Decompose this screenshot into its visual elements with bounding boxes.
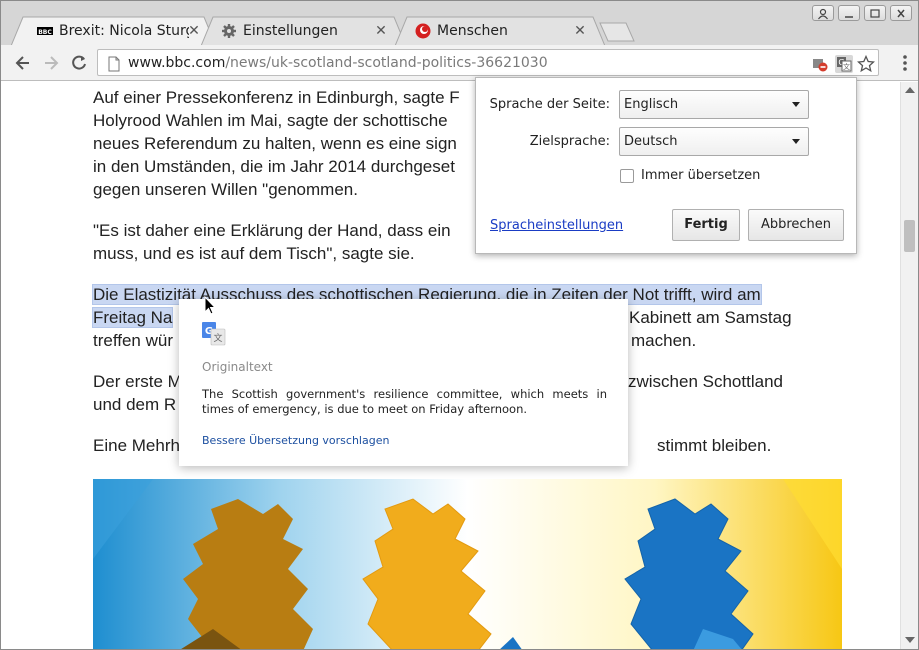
tab-menschen[interactable]: Menschen ✕ [395, 16, 605, 46]
address-bar[interactable]: www.bbc.com/news/uk-scotland-scotland-po… [97, 49, 879, 76]
tab-einstellungen[interactable]: Einstellungen ✕ [201, 16, 406, 46]
article-text: muss, und es ist auf dem Tisch", sagte s… [93, 244, 415, 263]
chevron-down-icon [792, 102, 800, 107]
article-text: Auf einer Pressekonferenz in Edinburgh, … [93, 88, 460, 107]
gear-icon [221, 23, 237, 39]
article-text: Kabinett am Samstag [629, 308, 792, 327]
article-text: in den Umständen, die im Jahr 2014 durch… [93, 157, 455, 176]
svg-text:文: 文 [843, 62, 850, 71]
source-language-label: Sprache der Seite: [489, 97, 610, 112]
article-text: Holyrood Wahlen im Mai, sagte der schott… [93, 111, 448, 130]
forward-arrow-icon[interactable] [41, 53, 61, 73]
target-language-value: Deutsch [624, 134, 678, 149]
original-text-heading: Originaltext [202, 360, 273, 374]
cancel-button[interactable]: Abbrechen [748, 209, 844, 241]
suggest-better-translation-link[interactable]: Bessere Übersetzung vorschlagen [202, 434, 389, 447]
scrollbar-thumb[interactable] [904, 220, 915, 252]
tab-strip: BBC Brexit: Nicola Sturg ✕ Einstellungen… [1, 1, 918, 46]
article-text: Der erste M [93, 372, 182, 391]
minimize-icon[interactable] [838, 5, 860, 21]
article-text: zwischen Schottland [628, 372, 783, 391]
url-path: /news/uk-scotland-scotland-politics-3662… [225, 55, 548, 71]
article-text: Eine Mehrh [93, 436, 180, 455]
source-language-value: Englisch [624, 97, 679, 112]
new-tab-button[interactable] [599, 22, 635, 42]
highlighted-translated-text[interactable]: Freitag Na [93, 308, 173, 327]
vertical-scrollbar[interactable] [900, 82, 918, 649]
article-text: und dem R [93, 395, 177, 414]
url-host: www.bbc.com [128, 55, 226, 71]
url-text: www.bbc.com/news/uk-scotland-scotland-po… [128, 55, 548, 71]
reload-icon[interactable] [69, 53, 89, 73]
bbc-icon: BBC [37, 23, 53, 39]
article-text: machen. [631, 331, 697, 350]
mouse-cursor-icon [204, 296, 216, 315]
menschen-icon [415, 23, 431, 39]
close-window-icon[interactable] [890, 5, 912, 21]
tab-title: Menschen [437, 23, 508, 39]
profile-icon[interactable] [812, 5, 834, 21]
done-button[interactable]: Fertig [672, 209, 740, 241]
tab-bbc-article[interactable]: BBC Brexit: Nicola Sturg ✕ [11, 16, 216, 46]
close-tab-icon[interactable]: ✕ [186, 23, 202, 39]
chevron-down-icon [792, 139, 800, 144]
article-text: "Es ist daher eine Erklärung der Hand, d… [93, 221, 451, 240]
browser-window: BBC Brexit: Nicola Sturg ✕ Einstellungen… [0, 0, 919, 650]
original-text-popup: G 文 Originaltext The Scottish government… [179, 299, 628, 466]
window-controls [812, 5, 912, 21]
translate-bubble: Sprache der Seite: Englisch Zielsprache:… [475, 77, 857, 254]
target-language-select[interactable]: Deutsch [619, 127, 809, 156]
menu-icon[interactable] [902, 54, 908, 72]
blocked-content-icon[interactable] [811, 55, 829, 73]
google-translate-icon: G 文 [202, 322, 226, 346]
close-tab-icon[interactable]: ✕ [572, 23, 588, 39]
article-image-scotland-maps [93, 479, 842, 649]
scroll-down-icon[interactable] [905, 637, 915, 643]
maximize-icon[interactable] [864, 5, 886, 21]
language-settings-link[interactable]: Spracheinstellungen [490, 218, 623, 233]
original-text: The Scottish government's resilience com… [202, 387, 607, 416]
article-text: treffen wür [93, 331, 174, 350]
source-language-select[interactable]: Englisch [619, 90, 809, 119]
back-arrow-icon[interactable] [13, 53, 33, 73]
toolbar: www.bbc.com/news/uk-scotland-scotland-po… [1, 45, 918, 81]
article-text: neues Referendum zu halten, wenn es eine… [93, 134, 457, 153]
scroll-up-icon[interactable] [905, 87, 915, 93]
page-icon[interactable] [105, 55, 123, 73]
close-tab-icon[interactable]: ✕ [373, 23, 389, 39]
translate-icon[interactable]: G 文 [835, 55, 853, 73]
tab-title: Einstellungen [243, 23, 338, 39]
target-language-label: Zielsprache: [529, 134, 610, 149]
svg-text:BBC: BBC [38, 29, 52, 36]
article-text: stimmt bleiben. [657, 436, 772, 455]
always-translate-checkbox[interactable] [620, 169, 634, 183]
tab-title: Brexit: Nicola Sturg [59, 23, 189, 39]
article-text: gegen unseren Willen "genommen. [93, 180, 358, 199]
svg-text:文: 文 [213, 332, 222, 344]
bookmark-star-icon[interactable] [857, 55, 875, 73]
always-translate-label[interactable]: Immer übersetzen [641, 168, 760, 183]
